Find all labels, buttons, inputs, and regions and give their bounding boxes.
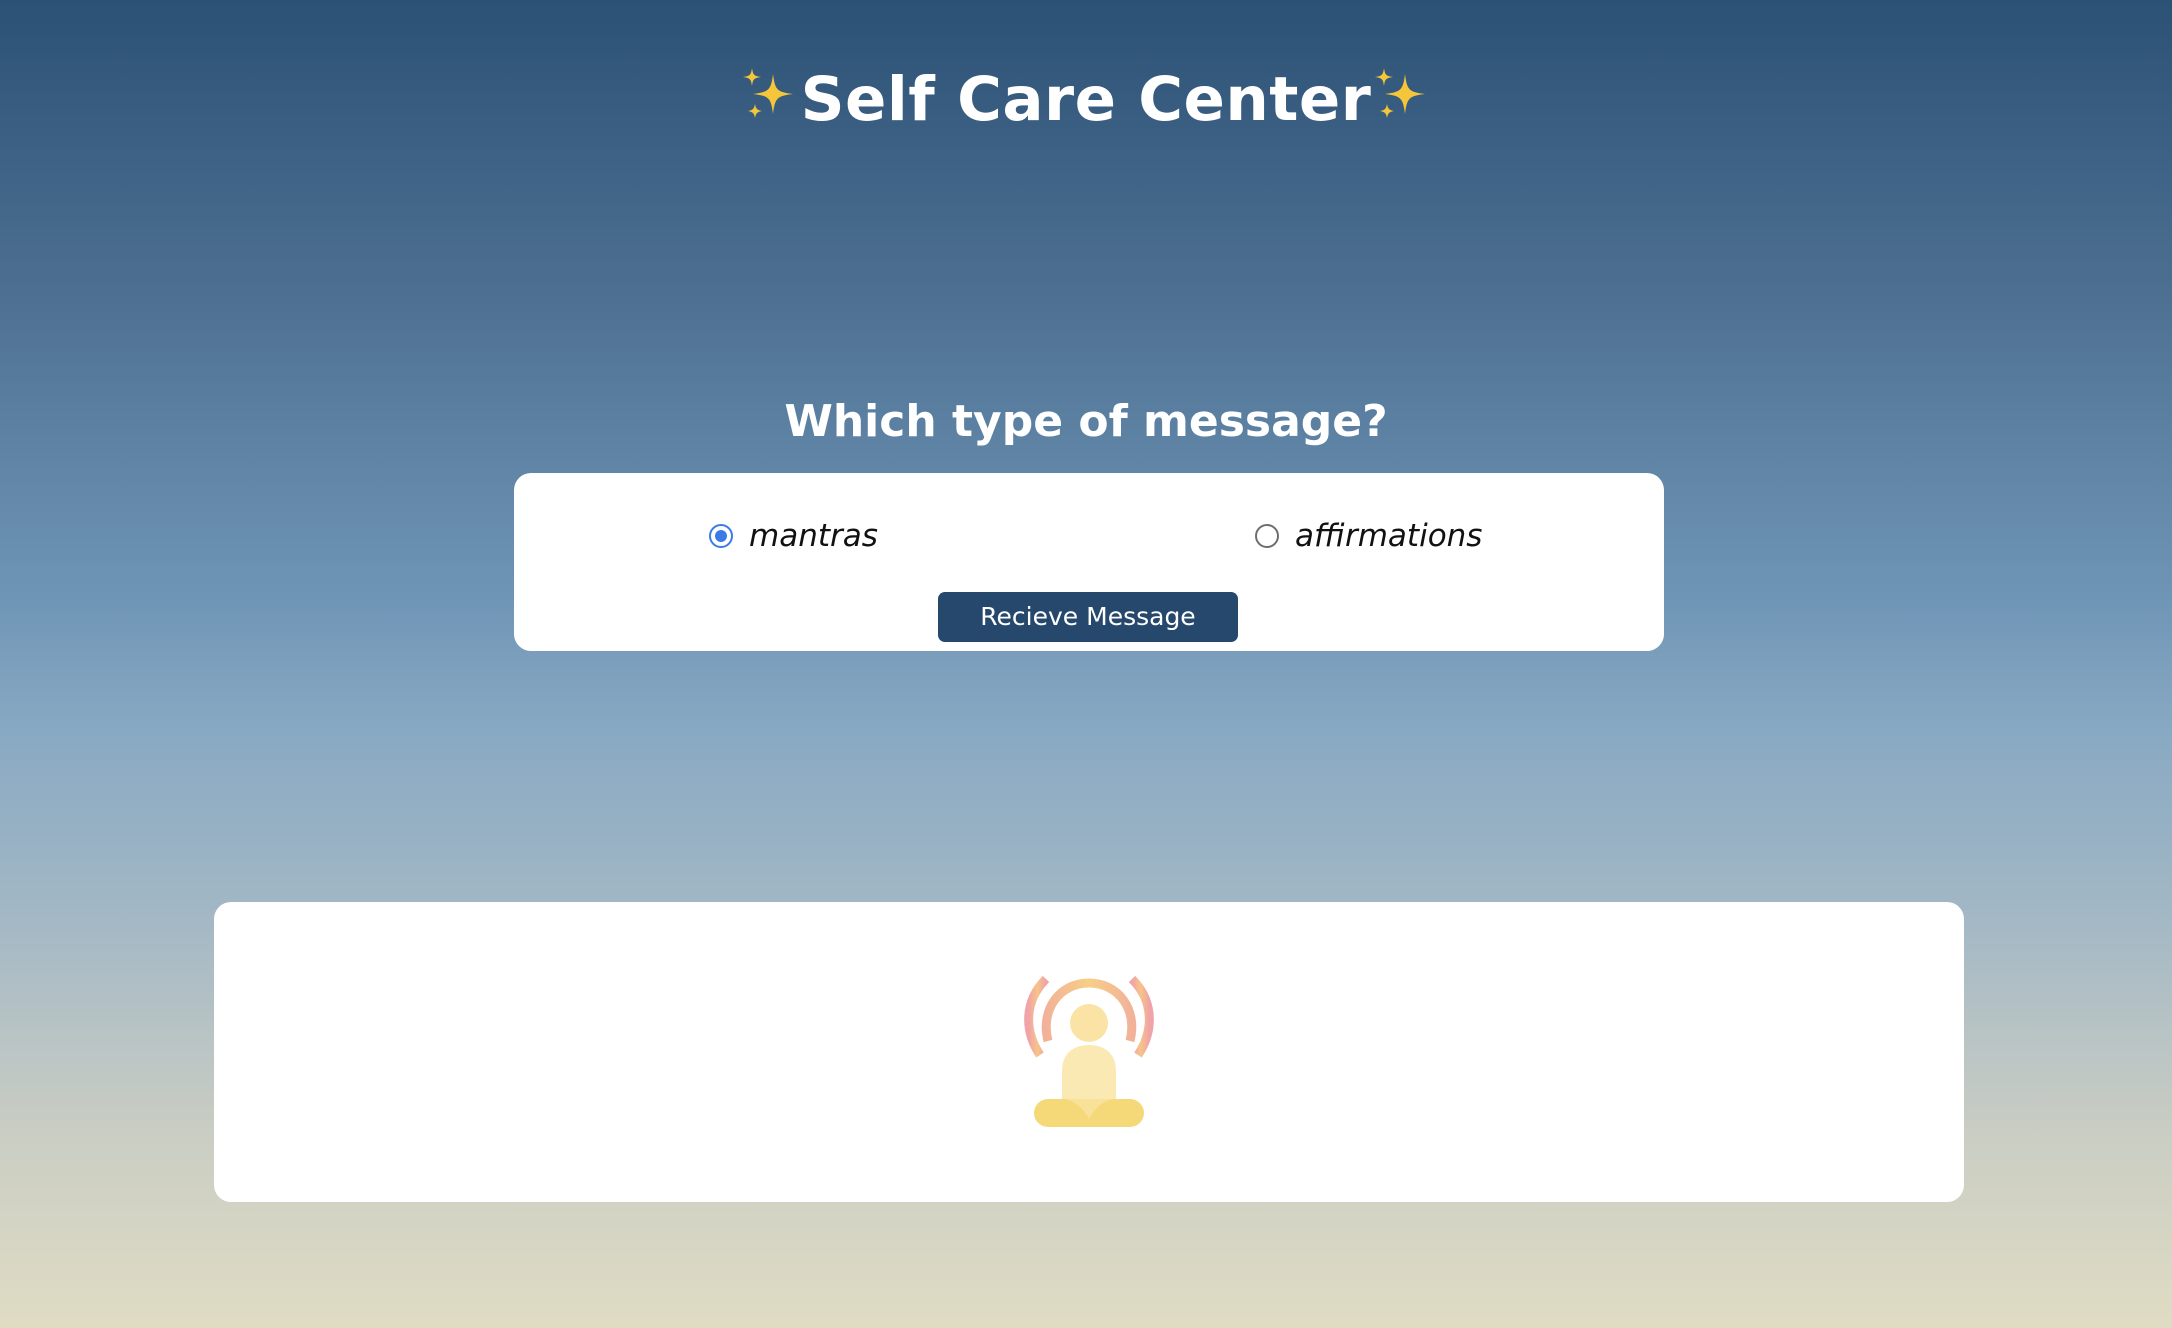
message-type-prompt: Which type of message? — [784, 396, 1388, 447]
radio-mantras[interactable] — [709, 524, 733, 548]
option-mantras[interactable]: mantras — [709, 515, 878, 557]
meditation-icon — [1024, 975, 1154, 1127]
sparkles-icon — [742, 68, 793, 118]
option-affirmations-label: affirmations — [1295, 518, 1483, 554]
receive-message-button[interactable]: Recieve Message — [938, 592, 1238, 642]
sparkles-icon — [1375, 68, 1426, 118]
page-title: Self Care Center — [0, 58, 2172, 142]
option-mantras-label: mantras — [749, 518, 878, 554]
option-affirmations[interactable]: affirmations — [1255, 515, 1482, 557]
page-title-text: Self Care Center — [800, 64, 1372, 135]
radio-affirmations[interactable] — [1255, 524, 1279, 548]
message-type-form: mantras affirmations Recieve Message — [514, 473, 1664, 651]
